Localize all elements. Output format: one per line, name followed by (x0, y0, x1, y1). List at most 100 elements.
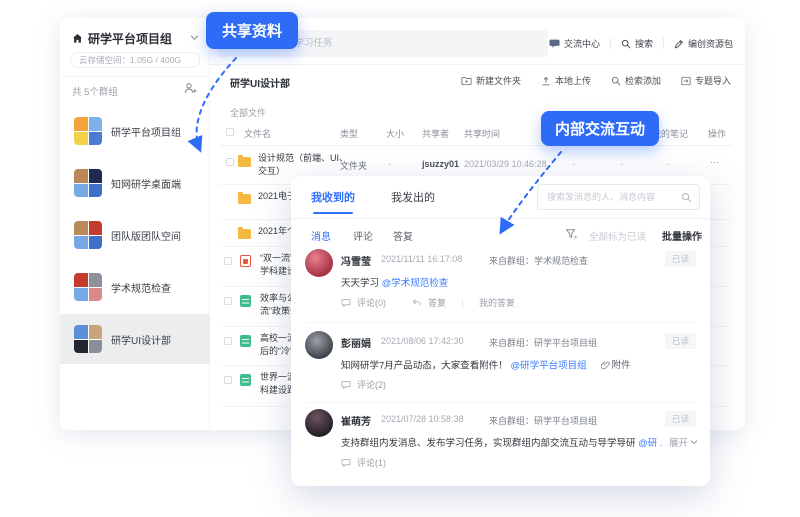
row-checkbox[interactable] (224, 376, 232, 384)
avatar (305, 249, 333, 277)
read-status-badge: 已读 (665, 251, 696, 267)
message-time: 2021/07/28 10:58:38 (381, 414, 464, 424)
new-folder-button[interactable]: 新建文件夹 (461, 74, 521, 87)
message-item-1[interactable]: 冯雪莹 2021/11/11 16:17:08 来自群组：学术规范检查 已读 天… (291, 246, 710, 322)
folder-icon (238, 229, 251, 239)
groups-count: 共 5个群组 (72, 84, 118, 98)
add-group-icon[interactable] (184, 82, 197, 95)
row-checkbox[interactable] (226, 158, 234, 166)
page-title: 研学UI设计部 (230, 75, 290, 90)
workspace-selector[interactable]: 研学平台项目组 (72, 30, 172, 47)
filter-tab-message[interactable]: 消息 (311, 228, 331, 243)
sender-name: 崔萌芳 (341, 413, 371, 428)
filter-tab-reply[interactable]: 答复 (393, 228, 413, 243)
filter-funnel-icon[interactable] (565, 228, 577, 240)
file-cell: - (572, 159, 575, 169)
column-header-type[interactable]: 类型 (340, 127, 358, 140)
mark-all-read-button[interactable]: 全部标为已读 (589, 229, 646, 243)
sidebar-item-label: 学术规范检查 (111, 280, 171, 295)
all-files-filter[interactable]: 全部文件 (230, 106, 266, 119)
attachment-link[interactable]: 附件 (601, 357, 631, 371)
file-size: - (388, 159, 391, 169)
file-sharer: jsuzzy01 (422, 159, 459, 169)
search-icon (611, 76, 621, 86)
row-checkbox[interactable] (224, 297, 232, 305)
new-folder-icon (461, 76, 472, 86)
topic-import-button[interactable]: 专题导入 (681, 74, 731, 87)
divider (220, 145, 733, 146)
column-header-name[interactable]: 文件名 (244, 127, 271, 140)
column-header-time[interactable]: 共享时间 (464, 127, 500, 140)
message-time: 2021/08/06 17:42:30 (381, 336, 464, 346)
divider (663, 38, 664, 49)
sidebar-item-group-5-active[interactable]: 研学UI设计部 (60, 314, 210, 364)
sidebar-item-group-3[interactable]: 团队版团队空间 (60, 210, 210, 260)
avatar (305, 331, 333, 359)
mention-link[interactable]: @研 ... (638, 438, 662, 449)
callout-internal-interaction: 内部交流互动 (541, 111, 659, 146)
column-header-action[interactable]: 操作 (708, 127, 726, 140)
row-checkbox[interactable] (224, 337, 232, 345)
messages-panel: 我收到的 我发出的 消息 评论 答复 全部标为已读 批量操作 冯雪莹 2021/… (291, 176, 710, 486)
comment-button[interactable]: 评论(1) (357, 456, 386, 469)
read-status-badge: 已读 (665, 333, 696, 349)
pdf-file-icon (240, 255, 251, 267)
my-reply-button[interactable]: 我的答复 (479, 296, 515, 309)
pencil-icon (674, 39, 684, 49)
comment-icon (341, 458, 351, 468)
comment-button[interactable]: 评论(0) (357, 296, 386, 309)
sender-name: 彭丽娟 (341, 335, 371, 350)
select-all-checkbox[interactable] (226, 128, 234, 136)
resource-pack-button[interactable]: 编创资源包 (674, 37, 733, 50)
column-header-size[interactable]: 大小 (386, 127, 404, 140)
batch-operation-button[interactable]: 批量操作 (662, 228, 702, 243)
mention-link[interactable]: @研学平台项目组 (510, 361, 586, 372)
sender-name: 冯雪莹 (341, 253, 371, 268)
column-header-sharer[interactable]: 共享者 (422, 127, 449, 140)
reply-button[interactable]: 答复 (428, 296, 446, 309)
expand-button[interactable]: 展开 (669, 435, 698, 449)
message-item-2[interactable]: 彭丽娟 2021/08/06 17:42:30 来自群组：研学平台项目组 已读 … (291, 328, 710, 404)
file-toolbar: 新建文件夹 本地上传 检索添加 专题导入 (461, 74, 731, 87)
message-time: 2021/11/11 16:17:08 (381, 254, 462, 264)
comment-icon (341, 298, 351, 308)
divider (610, 38, 611, 49)
chat-bubble-icon (549, 38, 560, 49)
local-upload-button[interactable]: 本地上传 (541, 74, 591, 87)
file-cell: - (620, 159, 623, 169)
spreadsheet-file-icon (240, 335, 251, 347)
file-name[interactable]: 设计规范（前端、UI、 (258, 152, 348, 165)
search-add-button[interactable]: 检索添加 (611, 74, 661, 87)
topbar-actions: 交流中心 搜索 编创资源包 (549, 30, 733, 57)
divider (60, 76, 210, 77)
tab-received[interactable]: 我收到的 (311, 189, 355, 205)
chevron-down-icon[interactable] (190, 33, 199, 42)
home-icon (72, 33, 83, 44)
row-more-button[interactable]: ⋯ (710, 157, 719, 168)
sidebar-item-group-1[interactable]: 研学平台项目组 (60, 106, 210, 156)
divider (305, 322, 696, 323)
search-icon[interactable] (681, 192, 692, 203)
search-icon (621, 39, 631, 49)
comment-button[interactable]: 评论(2) (357, 378, 386, 391)
tab-sent[interactable]: 我发出的 (391, 189, 435, 205)
folder-icon (238, 157, 251, 167)
message-text: 支持群组内发消息、发布学习任务，实现群组内部交流互动与导学导研 @研 ... (341, 435, 662, 449)
file-notes: - (667, 159, 670, 169)
sidebar-item-group-2[interactable]: 知网研学桌面端 (60, 158, 210, 208)
group-avatar (74, 325, 102, 353)
sidebar-item-group-4[interactable]: 学术规范检查 (60, 262, 210, 312)
message-search-input[interactable] (537, 184, 700, 210)
file-name[interactable]: 交互） (258, 165, 285, 178)
message-source-group: 来自群组：学术规范检查 (489, 254, 588, 267)
workspace-title: 研学平台项目组 (88, 30, 172, 47)
mention-link[interactable]: @学术规范检查 (382, 278, 449, 289)
message-item-3[interactable]: 崔萌芳 2021/07/28 10:58:38 来自群组：研学平台项目组 已读 … (291, 406, 710, 482)
reply-icon (412, 298, 422, 308)
read-status-badge: 已读 (665, 411, 696, 427)
row-checkbox[interactable] (224, 257, 232, 265)
paperclip-icon (601, 360, 610, 369)
search-button[interactable]: 搜索 (621, 37, 653, 50)
chat-center-button[interactable]: 交流中心 (549, 37, 600, 50)
filter-tab-comment[interactable]: 评论 (353, 228, 373, 243)
